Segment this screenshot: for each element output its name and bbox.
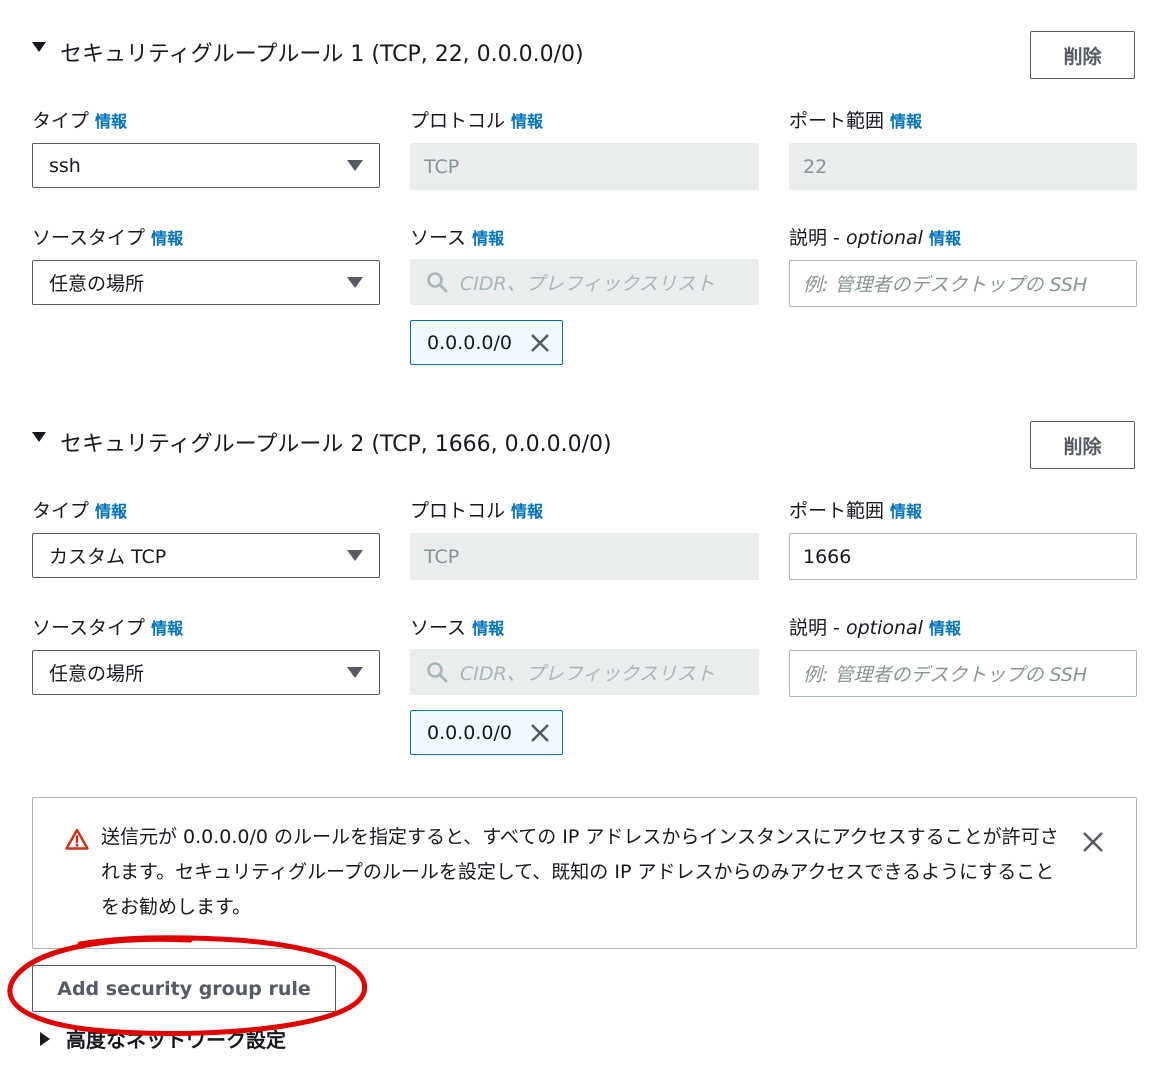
rule-2-source-type-select[interactable]: 任意の場所 <box>32 650 380 695</box>
search-icon <box>427 272 448 293</box>
info-link[interactable]: 情報 <box>929 229 961 248</box>
rule-1-description-input[interactable]: 例: 管理者のデスクトップの SSH <box>789 260 1137 307</box>
rule-1-description-label: 説明 - optional 情報 <box>789 223 961 250</box>
close-icon[interactable] <box>529 332 551 354</box>
info-link[interactable]: 情報 <box>929 619 961 638</box>
label-text: 説明 <box>789 227 828 249</box>
advanced-network-settings-label: 高度なネットワーク設定 <box>66 1028 286 1052</box>
rule-2-source-search: CIDR、プレフィックスリスト <box>410 649 759 695</box>
search-icon <box>427 662 448 683</box>
info-link[interactable]: 情報 <box>472 619 504 638</box>
rule-1-title: セキュリティグループルール 1 (TCP, 22, 0.0.0.0/0) <box>60 42 584 67</box>
rule-2-description-label: 説明 - optional 情報 <box>789 613 961 640</box>
caret-right-icon <box>40 1031 50 1046</box>
label-sep: - <box>827 227 846 249</box>
rule-1-source-token: 0.0.0.0/0 <box>410 320 563 365</box>
rule-1-protocol-label: プロトコル 情報 <box>410 106 543 133</box>
dropdown-arrow-icon <box>347 550 363 561</box>
warning-text: 送信元が 0.0.0.0/0 のルールを指定すると、すべての IP アドレスから… <box>101 826 1059 918</box>
token-label: 0.0.0.0/0 <box>427 721 512 744</box>
rule-2-source-type-label: ソースタイプ 情報 <box>32 613 183 640</box>
rule-2-source-label: ソース 情報 <box>410 613 504 640</box>
rule-2-header[interactable]: セキュリティグループルール 2 (TCP, 1666, 0.0.0.0/0) <box>32 426 612 458</box>
rule-2-protocol-input: TCP <box>410 533 759 580</box>
token-label: 0.0.0.0/0 <box>427 331 512 354</box>
close-icon[interactable] <box>1081 830 1105 854</box>
rule-1-source-search: CIDR、プレフィックスリスト <box>410 259 759 305</box>
rule-1-port-input: 22 <box>789 143 1137 190</box>
rule-2-delete-button[interactable]: 削除 <box>1030 421 1135 469</box>
rule-2-description-input[interactable]: 例: 管理者のデスクトップの SSH <box>789 650 1137 697</box>
rule-1-port-label: ポート範囲 情報 <box>789 106 922 133</box>
select-value: カスタム TCP <box>49 546 167 568</box>
info-link[interactable]: 情報 <box>151 229 183 248</box>
info-link[interactable]: 情報 <box>511 502 543 521</box>
label-text: ポート範囲 <box>789 110 885 132</box>
rule-1-protocol-input: TCP <box>410 143 759 190</box>
input-value: TCP <box>424 155 460 178</box>
caret-down-icon[interactable] <box>32 42 46 52</box>
rule-2-type-select[interactable]: カスタム TCP <box>32 533 380 578</box>
label-text: タイプ <box>32 110 90 132</box>
select-value: ssh <box>49 154 81 177</box>
info-link[interactable]: 情報 <box>472 229 504 248</box>
label-text: ポート範囲 <box>789 500 885 522</box>
optional-text: optional <box>845 227 923 249</box>
info-link[interactable]: 情報 <box>511 112 543 131</box>
rule-1-type-select[interactable]: ssh <box>32 143 380 188</box>
rule-1-source-type-select[interactable]: 任意の場所 <box>32 260 380 305</box>
input-value: 22 <box>803 155 828 178</box>
info-link[interactable]: 情報 <box>95 502 127 521</box>
label-text: プロトコル <box>410 110 506 132</box>
label-text: プロトコル <box>410 500 506 522</box>
optional-text: optional <box>845 617 923 639</box>
warning-icon <box>65 828 89 850</box>
advanced-network-settings-toggle[interactable]: 高度なネットワーク設定 <box>40 1024 286 1053</box>
input-value: TCP <box>424 545 460 568</box>
search-placeholder: CIDR、プレフィックスリスト <box>460 662 715 685</box>
rule-2-source-token: 0.0.0.0/0 <box>410 710 563 755</box>
dropdown-arrow-icon <box>347 277 363 288</box>
search-placeholder: CIDR、プレフィックスリスト <box>460 272 715 295</box>
warning-alert: 送信元が 0.0.0.0/0 のルールを指定すると、すべての IP アドレスから… <box>32 797 1137 949</box>
label-text: ソース <box>410 227 467 249</box>
label-sep: - <box>827 617 846 639</box>
label-text: ソース <box>410 617 467 639</box>
info-link[interactable]: 情報 <box>890 502 922 521</box>
rule-2-port-input[interactable]: 1666 <box>789 533 1137 580</box>
rule-1-header[interactable]: セキュリティグループルール 1 (TCP, 22, 0.0.0.0/0) <box>32 36 584 68</box>
select-value: 任意の場所 <box>49 663 145 685</box>
info-link[interactable]: 情報 <box>890 112 922 131</box>
label-text: タイプ <box>32 500 90 522</box>
rule-2-title: セキュリティグループルール 2 (TCP, 1666, 0.0.0.0/0) <box>60 432 612 457</box>
input-placeholder: 例: 管理者のデスクトップの SSH <box>803 664 1088 686</box>
input-placeholder: 例: 管理者のデスクトップの SSH <box>803 274 1088 296</box>
rule-2-port-label: ポート範囲 情報 <box>789 496 922 523</box>
close-icon[interactable] <box>529 722 551 744</box>
rule-1-source-label: ソース 情報 <box>410 223 504 250</box>
label-text: 説明 <box>789 617 828 639</box>
label-text: ソースタイプ <box>32 227 146 249</box>
caret-down-icon[interactable] <box>32 432 46 442</box>
add-security-group-rule-button[interactable]: Add security group rule <box>32 965 336 1012</box>
dropdown-arrow-icon <box>347 667 363 678</box>
rule-1-delete-button[interactable]: 削除 <box>1030 31 1135 79</box>
rule-2-protocol-label: プロトコル 情報 <box>410 496 543 523</box>
dropdown-arrow-icon <box>347 160 363 171</box>
input-value: 1666 <box>803 545 852 568</box>
label-text: ソースタイプ <box>32 617 146 639</box>
select-value: 任意の場所 <box>49 273 145 295</box>
rule-2-type-label: タイプ 情報 <box>32 496 127 523</box>
info-link[interactable]: 情報 <box>151 619 183 638</box>
info-link[interactable]: 情報 <box>95 112 127 131</box>
rule-1-source-type-label: ソースタイプ 情報 <box>32 223 183 250</box>
rule-1-type-label: タイプ 情報 <box>32 106 127 133</box>
